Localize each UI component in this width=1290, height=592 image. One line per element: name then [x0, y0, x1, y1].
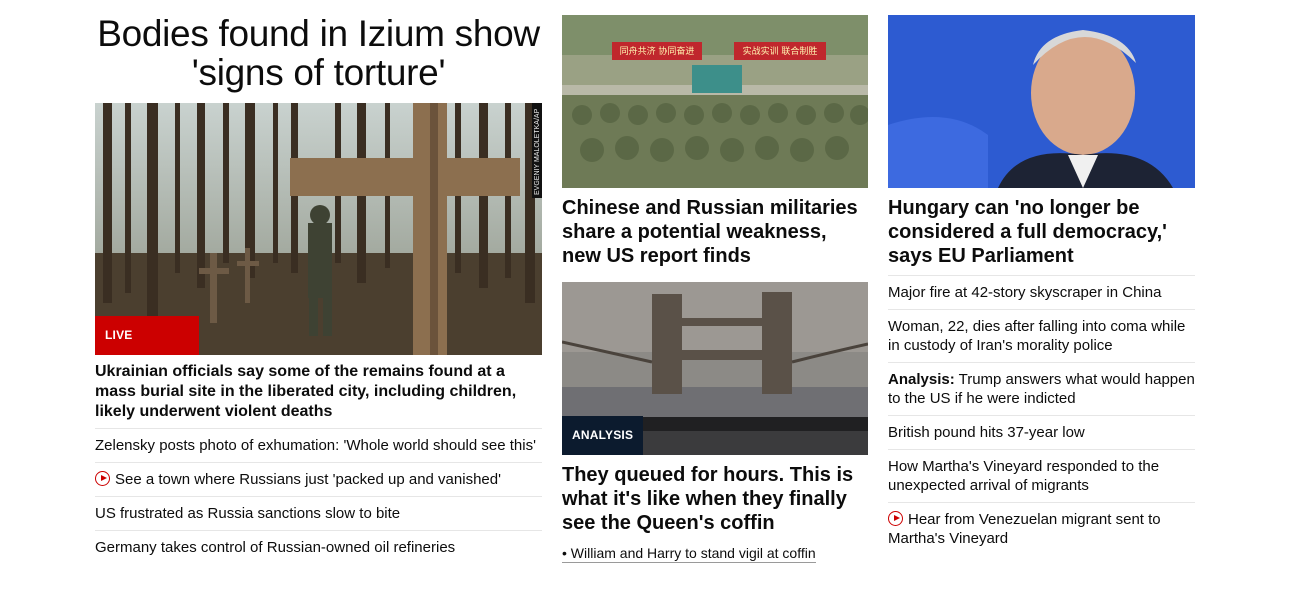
- list-item[interactable]: British pound hits 37-year low: [888, 415, 1195, 449]
- list-item[interactable]: Woman, 22, dies after falling into coma …: [888, 309, 1195, 362]
- related-link[interactable]: See a town where Russians just 'packed u…: [115, 471, 501, 488]
- queue-photo[interactable]: ANALYSIS: [562, 282, 868, 455]
- lead-summary: Ukrainian officials say some of the rema…: [95, 363, 517, 420]
- queue-headline: They queued for hours. This is what it's…: [562, 464, 854, 534]
- lead-headline: Bodies found in Izium show 'signs of tor…: [97, 13, 540, 93]
- lead-photo[interactable]: EVGENIY MALOLETKA/AP LIVE UPDATES: [95, 103, 542, 355]
- military-story-link[interactable]: Chinese and Russian militaries share a p…: [562, 188, 868, 268]
- queue-story-link[interactable]: They queued for hours. This is what it's…: [562, 455, 868, 535]
- lead-summary-link[interactable]: Ukrainian officials say some of the rema…: [95, 355, 542, 428]
- military-headline: Chinese and Russian militaries share a p…: [562, 197, 858, 267]
- related-link[interactable]: Major fire at 42-story skyscraper in Chi…: [888, 284, 1161, 301]
- analysis-prefix: Analysis:: [888, 371, 955, 388]
- hungary-headline: Hungary can 'no longer be considered a f…: [888, 197, 1167, 267]
- lead-story: Bodies found in Izium show 'signs of tor…: [95, 0, 542, 564]
- lead-headline-link[interactable]: Bodies found in Izium show 'signs of tor…: [95, 0, 542, 103]
- related-link[interactable]: Hear from Venezuelan migrant sent to Mar…: [888, 511, 1161, 547]
- vigil-link[interactable]: • William and Harry to stand vigil at co…: [562, 544, 816, 563]
- list-item[interactable]: Hear from Venezuelan migrant sent to Mar…: [888, 502, 1195, 555]
- list-item[interactable]: Major fire at 42-story skyscraper in Chi…: [888, 275, 1195, 309]
- related-link[interactable]: British pound hits 37-year low: [888, 424, 1085, 441]
- list-item[interactable]: US frustrated as Russia sanctions slow t…: [95, 496, 542, 530]
- right-related-links: Major fire at 42-story skyscraper in Chi…: [888, 275, 1195, 555]
- related-link[interactable]: Zelensky posts photo of exhumation: 'Who…: [95, 437, 536, 454]
- right-column: Hungary can 'no longer be considered a f…: [888, 0, 1195, 555]
- live-updates-badge: LIVE UPDATES: [95, 316, 199, 355]
- play-video-icon: [888, 511, 903, 526]
- lead-related-links: Zelensky posts photo of exhumation: 'Who…: [95, 428, 542, 564]
- related-link[interactable]: Woman, 22, dies after falling into coma …: [888, 318, 1185, 354]
- list-item[interactable]: Germany takes control of Russian-owned o…: [95, 530, 542, 564]
- banner-right-text: 实战实训 联合制胜: [743, 45, 818, 57]
- photo-credit: EVGENIY MALOLETKA/AP: [534, 108, 541, 195]
- list-item[interactable]: Analysis: Trump answers what would happe…: [888, 362, 1195, 415]
- soldiers-image: 同舟共济 协同奋进 实战实训 联合制胜: [562, 15, 868, 188]
- related-link[interactable]: US frustrated as Russia sanctions slow t…: [95, 505, 400, 522]
- related-link[interactable]: Analysis: Trump answers what would happe…: [888, 371, 1195, 407]
- hungary-photo[interactable]: [888, 15, 1195, 188]
- play-video-icon: [95, 471, 110, 486]
- list-item[interactable]: How Martha's Vineyard responded to the u…: [888, 449, 1195, 502]
- military-photo[interactable]: 同舟共济 协同奋进 实战实训 联合制胜: [562, 15, 868, 188]
- related-link[interactable]: How Martha's Vineyard responded to the u…: [888, 458, 1159, 494]
- analysis-badge: ANALYSIS: [562, 416, 644, 455]
- list-item[interactable]: See a town where Russians just 'packed u…: [95, 462, 542, 496]
- politician-portrait-image: [888, 15, 1195, 188]
- hungary-story-link[interactable]: Hungary can 'no longer be considered a f…: [888, 188, 1195, 275]
- banner-left-text: 同舟共济 协同奋进: [620, 45, 695, 57]
- middle-column: 同舟共济 协同奋进 实战实训 联合制胜 Chinese and Russian …: [562, 0, 868, 563]
- list-item[interactable]: Zelensky posts photo of exhumation: 'Who…: [95, 428, 542, 462]
- related-link[interactable]: Germany takes control of Russian-owned o…: [95, 539, 455, 556]
